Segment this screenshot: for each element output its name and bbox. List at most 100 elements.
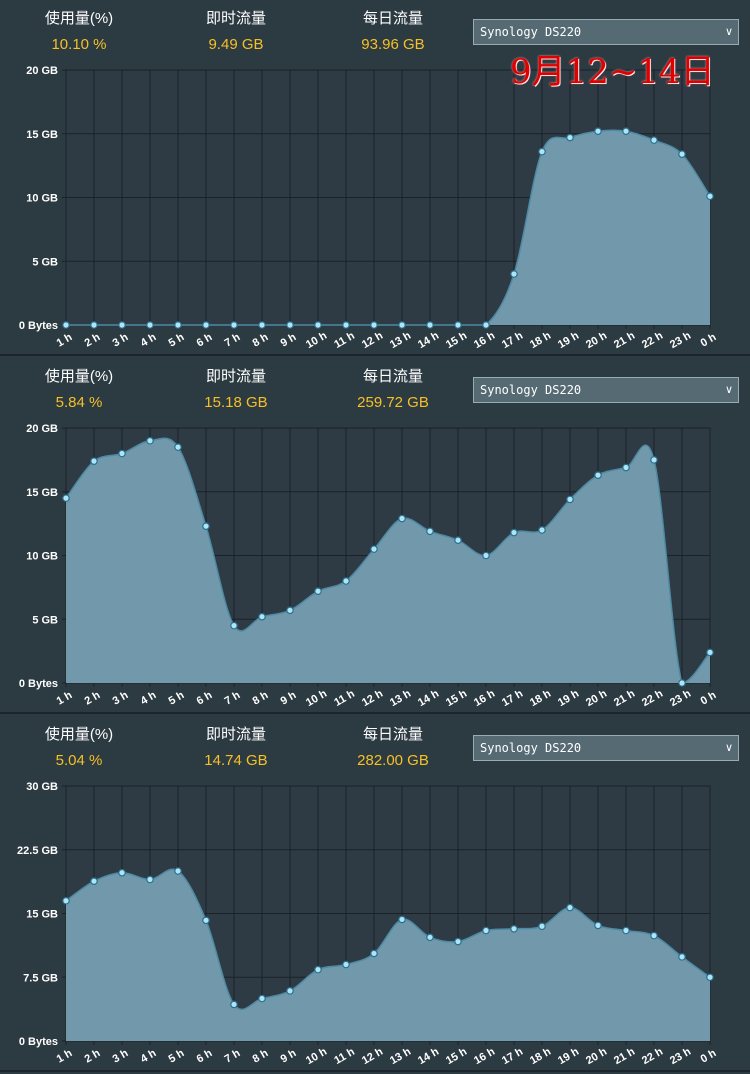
x-tick-label: 1 h (55, 689, 75, 707)
data-point[interactable] (62, 321, 70, 329)
x-tick-label: 18 h (528, 330, 553, 352)
y-tick-label: 0 Bytes (19, 320, 58, 332)
data-point[interactable] (286, 321, 294, 329)
data-point[interactable] (454, 536, 462, 545)
data-point[interactable] (650, 931, 658, 940)
data-point[interactable] (174, 321, 182, 329)
data-point[interactable] (174, 867, 182, 875)
x-tick-label: 5 h (167, 1047, 187, 1065)
x-tick-label: 11 h (332, 1046, 357, 1067)
data-point[interactable] (342, 321, 350, 329)
data-point[interactable] (398, 514, 406, 523)
data-point[interactable] (678, 150, 686, 158)
y-tick-label: 5 GB (32, 256, 58, 268)
data-point[interactable] (230, 321, 238, 329)
data-point[interactable] (314, 321, 322, 329)
traffic-chart: 0 Bytes 7.5 GB 15 GB 22.5 GB 30 GB 1 h 2 h 3 h 4… (17, 781, 719, 1068)
x-tick-label: 16 h (472, 1046, 497, 1068)
data-point[interactable] (678, 679, 686, 687)
data-point[interactable] (706, 648, 714, 657)
data-point[interactable] (146, 875, 154, 884)
x-tick-label: 21 h (612, 1046, 637, 1068)
data-point[interactable] (174, 443, 182, 451)
x-tick-label: 6 h (195, 331, 215, 349)
y-tick-label: 10 GB (26, 193, 58, 205)
data-point[interactable] (202, 321, 210, 329)
data-point[interactable] (482, 321, 490, 329)
data-point[interactable] (258, 994, 266, 1003)
data-point[interactable] (314, 587, 322, 596)
data-point[interactable] (202, 916, 210, 925)
x-tick-label: 14 h (416, 1046, 441, 1068)
x-tick-label: 16 h (472, 688, 497, 710)
data-point[interactable] (706, 973, 714, 982)
x-tick-label: 8 h (251, 689, 271, 707)
data-point[interactable] (594, 127, 602, 136)
data-point[interactable] (62, 896, 70, 905)
data-point[interactable] (706, 192, 714, 201)
data-point[interactable] (342, 960, 350, 969)
data-point[interactable] (426, 933, 434, 942)
data-point[interactable] (370, 545, 378, 553)
data-point[interactable] (118, 449, 126, 458)
data-point[interactable] (566, 133, 574, 142)
data-point[interactable] (510, 270, 518, 278)
data-point[interactable] (538, 526, 546, 534)
data-point[interactable] (342, 577, 350, 585)
data-point[interactable] (482, 926, 490, 935)
data-point[interactable] (594, 921, 602, 930)
y-tick-label: 0 Bytes (19, 1036, 58, 1048)
data-point[interactable] (370, 949, 378, 958)
data-point[interactable] (62, 494, 70, 502)
data-point[interactable] (286, 606, 294, 615)
data-point[interactable] (622, 926, 630, 935)
data-point[interactable] (146, 436, 154, 445)
data-point[interactable] (230, 1000, 238, 1009)
data-point[interactable] (622, 127, 630, 136)
data-point[interactable] (90, 877, 98, 886)
data-point[interactable] (398, 321, 406, 329)
data-point[interactable] (426, 527, 434, 536)
x-tick-label: 9 h (279, 689, 299, 707)
data-point[interactable] (650, 136, 658, 144)
data-point[interactable] (314, 965, 322, 974)
x-tick-label: 9 h (279, 331, 299, 349)
data-point[interactable] (538, 922, 546, 931)
data-point[interactable] (202, 522, 210, 530)
data-point[interactable] (426, 321, 434, 329)
data-point[interactable] (510, 528, 518, 537)
y-tick-label: 5 GB (32, 614, 58, 626)
x-tick-label: 17 h (500, 1046, 525, 1068)
data-point[interactable] (258, 612, 266, 621)
data-point[interactable] (398, 915, 406, 924)
data-point[interactable] (566, 495, 574, 504)
data-point[interactable] (454, 937, 462, 946)
data-point[interactable] (118, 868, 126, 877)
x-tick-label: 8 h (251, 1047, 271, 1065)
data-point[interactable] (286, 987, 294, 995)
data-point[interactable] (258, 321, 266, 329)
data-point[interactable] (622, 463, 630, 472)
x-tick-label: 6 h (195, 689, 215, 707)
data-point[interactable] (482, 551, 490, 560)
x-tick-label: 15 h (444, 688, 469, 710)
x-tick-label: 13 h (388, 330, 413, 352)
data-point[interactable] (594, 471, 602, 479)
data-point[interactable] (230, 621, 238, 630)
data-point[interactable] (118, 321, 126, 329)
data-point[interactable] (510, 925, 518, 933)
x-tick-label: 15 h (444, 330, 469, 352)
data-point[interactable] (370, 321, 378, 329)
data-point[interactable] (90, 457, 98, 465)
data-point[interactable] (566, 903, 574, 912)
x-tick-label: 11 h (332, 330, 357, 351)
x-tick-label: 19 h (556, 330, 581, 352)
data-point[interactable] (454, 321, 462, 329)
data-point[interactable] (146, 321, 154, 329)
data-point[interactable] (90, 321, 98, 329)
data-point[interactable] (650, 456, 658, 464)
data-point[interactable] (678, 953, 686, 961)
data-point[interactable] (538, 147, 546, 156)
x-tick-label: 17 h (500, 330, 525, 352)
x-tick-label: 2 h (83, 1047, 103, 1065)
